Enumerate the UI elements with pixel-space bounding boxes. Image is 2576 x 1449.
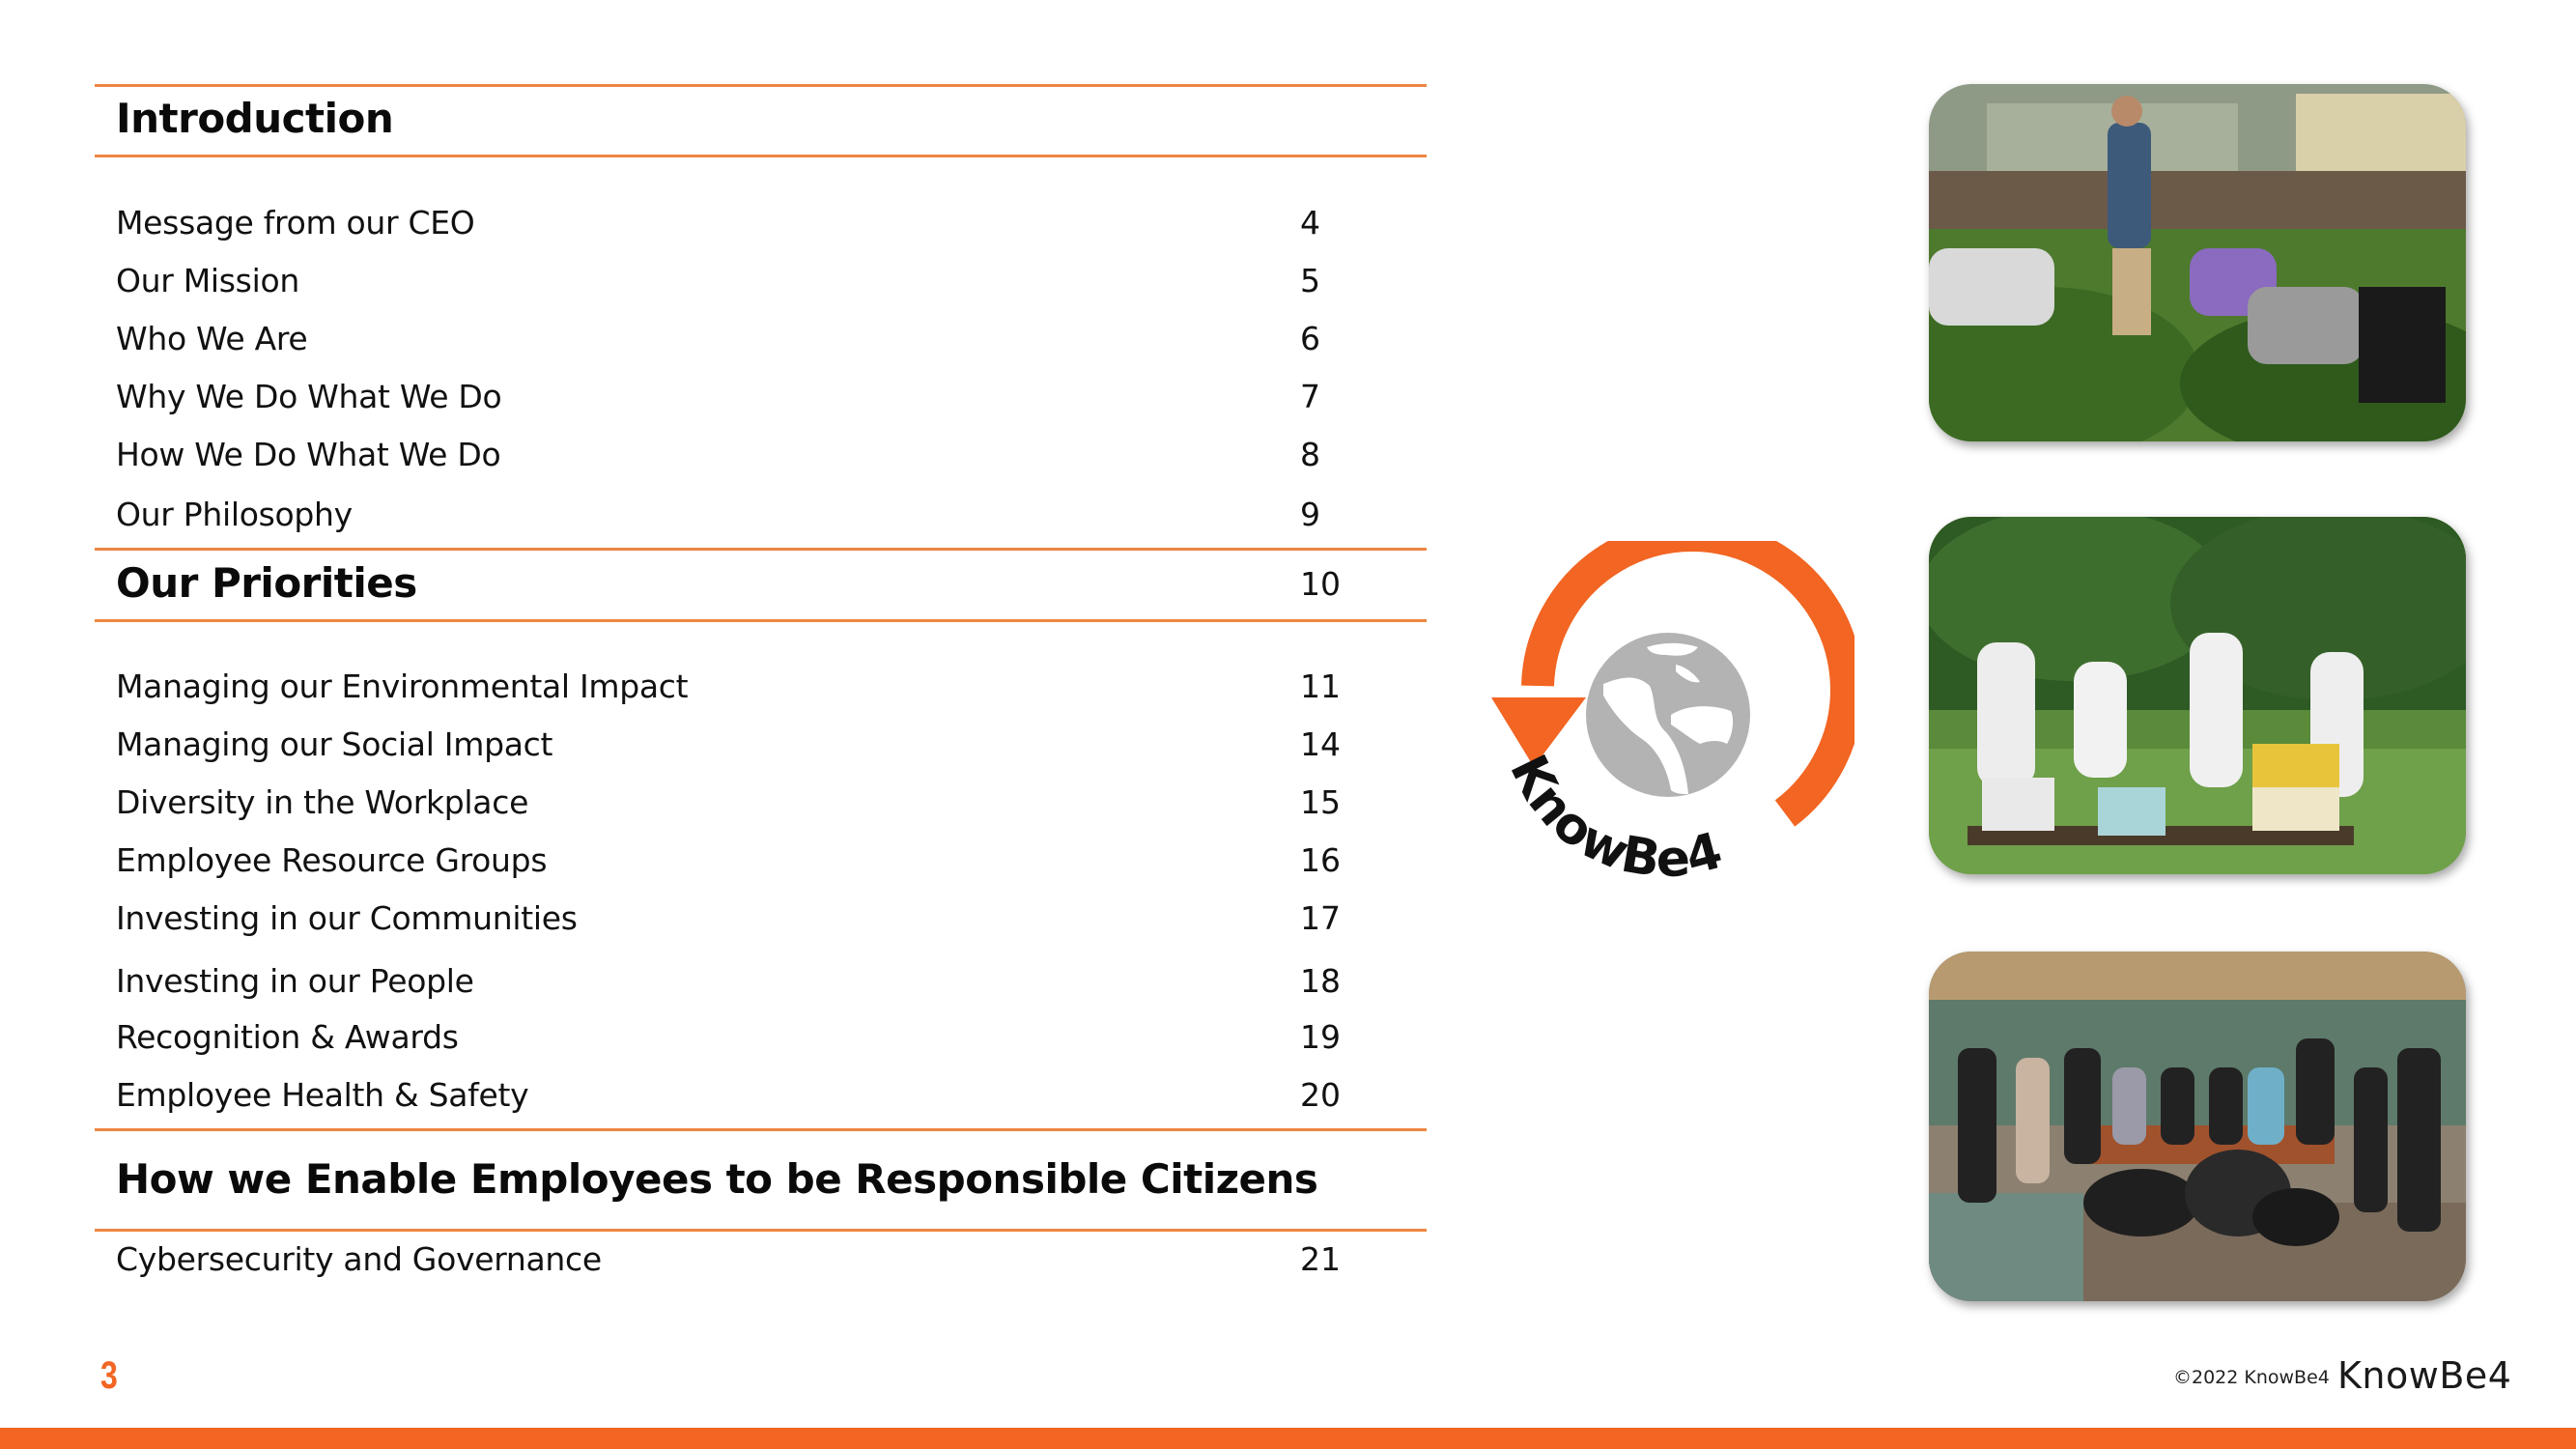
toc-item-page: 5 — [1300, 262, 1320, 299]
toc-item-label: Who We Are — [116, 320, 308, 357]
section-title-responsible-citizens[interactable]: How we Enable Employees to be Responsibl… — [116, 1155, 1318, 1204]
toc-item-diversity[interactable]: Diversity in the Workplace 15 — [116, 781, 1352, 824]
toc-item-label: Message from our CEO — [116, 204, 475, 242]
section-title-our-priorities[interactable]: Our Priorities — [116, 559, 417, 608]
brand-wordmark-logo: KnowBe4 — [2337, 1354, 2512, 1397]
page-number: 3 — [100, 1354, 118, 1397]
section-rule-top — [95, 84, 1427, 87]
section-rule-top — [95, 548, 1427, 551]
toc-item-page: 11 — [1300, 668, 1341, 705]
section-rule-top — [95, 1128, 1427, 1131]
toc-item-label: Employee Health & Safety — [116, 1076, 529, 1114]
toc-item-label: Employee Resource Groups — [116, 841, 548, 879]
toc-item-page: 4 — [1300, 204, 1320, 242]
photo-gardening-volunteers — [1929, 84, 2466, 441]
toc-item-page: 18 — [1300, 962, 1341, 1000]
toc-item-label: Investing in our Communities — [116, 899, 578, 937]
toc-item-recognition-awards[interactable]: Recognition & Awards 19 — [116, 1016, 1352, 1059]
toc-item-label: How We Do What We Do — [116, 436, 501, 473]
toc-item-our-people[interactable]: Investing in our People 18 — [116, 960, 1352, 1003]
toc-item-label: Recognition & Awards — [116, 1018, 459, 1056]
section-rule-bottom — [95, 155, 1427, 157]
knowbe4-circular-logo: KnowBe4 — [1478, 519, 1863, 908]
toc-item-environmental-impact[interactable]: Managing our Environmental Impact 11 — [116, 666, 1352, 708]
toc-item-page: 6 — [1300, 320, 1320, 357]
toc-item-page: 9 — [1300, 496, 1320, 533]
section-title-introduction[interactable]: Introduction — [116, 95, 394, 143]
section-rule-bottom — [95, 619, 1427, 622]
photo-beekeeping-volunteers — [1929, 517, 2466, 874]
toc-item-label: Why We Do What We Do — [116, 378, 502, 415]
toc-item-who-we-are[interactable]: Who We Are 6 — [116, 318, 1352, 360]
toc-item-cybersecurity-governance[interactable]: Cybersecurity and Governance 21 — [116, 1238, 1352, 1281]
toc-item-label: Our Mission — [116, 262, 299, 299]
toc-item-label: Investing in our People — [116, 962, 474, 1000]
toc-item-page: 20 — [1300, 1076, 1341, 1114]
toc-item-page: 14 — [1300, 725, 1341, 763]
photo-group-cleanup — [1929, 952, 2466, 1301]
toc-item-health-safety[interactable]: Employee Health & Safety 20 — [116, 1074, 1352, 1117]
globe-with-circular-arrow-icon: KnowBe4 — [1491, 519, 1863, 889]
toc-item-page: 7 — [1300, 378, 1320, 415]
toc-item-social-impact[interactable]: Managing our Social Impact 14 — [116, 724, 1352, 766]
toc-item-message-from-ceo[interactable]: Message from our CEO 4 — [116, 202, 1352, 244]
toc-item-why-we-do[interactable]: Why We Do What We Do 7 — [116, 376, 1352, 418]
section-rule-bottom — [95, 1229, 1427, 1232]
toc-item-communities[interactable]: Investing in our Communities 17 — [116, 897, 1352, 940]
toc-item-label: Our Philosophy — [116, 496, 353, 533]
toc-item-our-philosophy[interactable]: Our Philosophy 9 — [116, 494, 1352, 536]
copyright-text: ©2022 KnowBe4 — [2173, 1367, 2330, 1388]
toc-item-label: Managing our Environmental Impact — [116, 668, 689, 705]
toc-item-page: 17 — [1300, 899, 1341, 937]
toc-item-label: Managing our Social Impact — [116, 725, 553, 763]
toc-item-page: 15 — [1300, 783, 1341, 821]
toc-item-page: 21 — [1300, 1240, 1341, 1278]
toc-item-how-we-do[interactable]: How We Do What We Do 8 — [116, 434, 1352, 476]
toc-item-label: Cybersecurity and Governance — [116, 1240, 602, 1278]
toc-item-page: 8 — [1300, 436, 1320, 473]
toc-item-employee-resource-groups[interactable]: Employee Resource Groups 16 — [116, 839, 1352, 882]
toc-item-page: 19 — [1300, 1018, 1341, 1056]
toc-item-page: 16 — [1300, 841, 1341, 879]
toc-item-our-mission[interactable]: Our Mission 5 — [116, 260, 1352, 302]
footer-accent-bar — [0, 1428, 2576, 1449]
toc-item-label: Diversity in the Workplace — [116, 783, 529, 821]
section-page-our-priorities: 10 — [1300, 565, 1341, 603]
